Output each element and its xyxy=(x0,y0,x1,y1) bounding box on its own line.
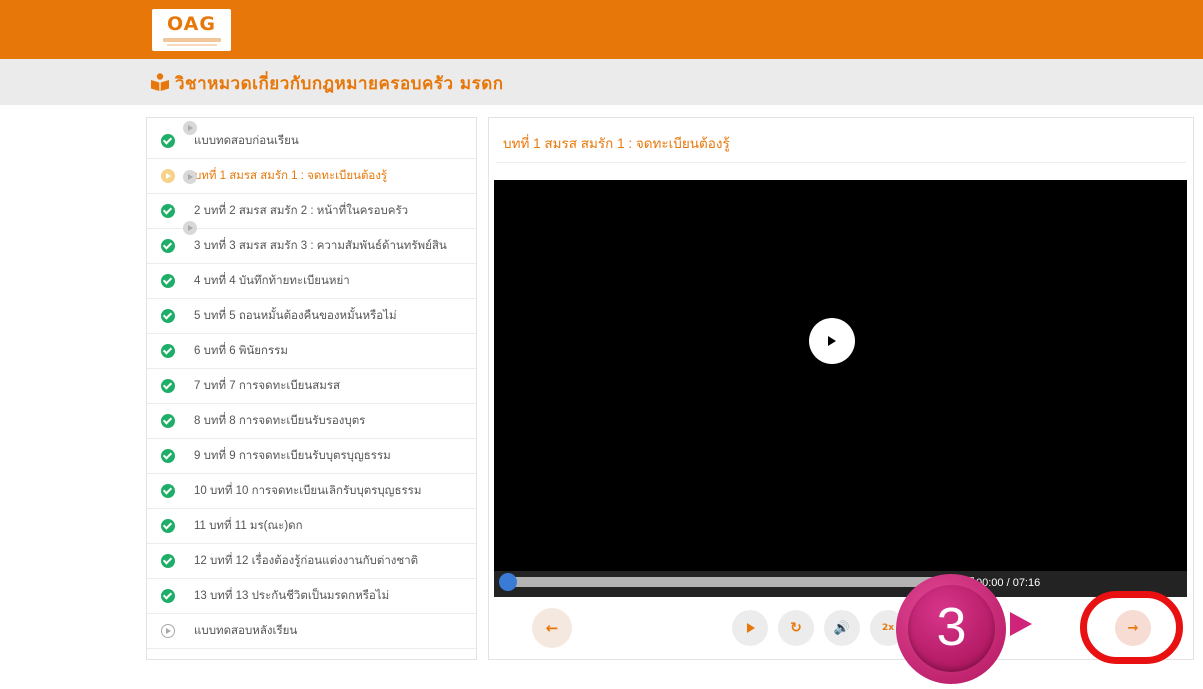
step-number: 3 xyxy=(936,597,967,657)
lesson-item-3[interactable]: 3 บทที่ 3 สมรส สมรัก 3 : ความสัมพันธ์ด้า… xyxy=(147,229,476,264)
lesson-label: 8 บทที่ 8 การจดทะเบียนรับรองบุตร xyxy=(194,415,366,427)
lesson-item-12[interactable]: 12 บทที่ 12 เรื่องต้องรู้ก่อนแต่งงานกับต… xyxy=(147,544,476,579)
completed-check-icon xyxy=(161,239,175,253)
replay-icon: ↻ xyxy=(790,620,802,636)
lesson-label: 12 บทที่ 12 เรื่องต้องรู้ก่อนแต่งงานกับต… xyxy=(194,555,419,567)
speed-label: 2x xyxy=(881,623,895,633)
lesson-item-4[interactable]: 4 บทที่ 4 บันทึกท้ายทะเบียนหย่า xyxy=(147,264,476,299)
logo-subtitle-bar xyxy=(162,38,221,42)
lesson-label: 13 บทที่ 13 ประกันชีวิตเป็นมรดกหรือไม่ xyxy=(194,590,390,602)
completed-check-icon xyxy=(161,379,175,393)
pending-play-icon xyxy=(161,624,175,638)
logo-subtitle-bar-2 xyxy=(166,44,217,46)
faded-play-icon xyxy=(183,170,197,184)
lesson-label: แบบทดสอบก่อนเรียน xyxy=(194,135,299,147)
previous-lesson-button[interactable]: ← xyxy=(532,608,572,648)
arrow-left-icon: ← xyxy=(545,619,559,637)
completed-check-icon xyxy=(161,519,175,533)
big-play-button[interactable] xyxy=(809,318,855,364)
completed-check-icon xyxy=(161,449,175,463)
lesson-label: 11 บทที่ 11 มร(ณะ)ดก xyxy=(194,520,303,532)
completed-check-icon xyxy=(161,589,175,603)
lesson-title: บทที่ 1 สมรส สมรัก 1 : จดทะเบียนต้องรู้ xyxy=(503,136,730,151)
completed-check-icon xyxy=(161,274,175,288)
play-button[interactable] xyxy=(732,610,768,646)
lesson-label: 4 บทที่ 4 บันทึกท้ายทะเบียนหย่า xyxy=(194,275,350,287)
completed-check-icon xyxy=(161,484,175,498)
lesson-item-8[interactable]: 8 บทที่ 8 การจดทะเบียนรับรองบุตร xyxy=(147,404,476,439)
completed-check-icon xyxy=(161,204,175,218)
video-player[interactable] xyxy=(494,180,1187,571)
lesson-item-5[interactable]: 5 บทที่ 5 ถอนหมั้นต้องคืนของหมั้นหรือไม่ xyxy=(147,299,476,334)
seek-handle[interactable] xyxy=(499,573,517,591)
current-play-icon xyxy=(161,169,175,183)
next-lesson-button[interactable]: → xyxy=(1115,610,1151,646)
volume-button[interactable]: 🔊 xyxy=(824,610,860,646)
lesson-label: 5 บทที่ 5 ถอนหมั้นต้องคืนของหมั้นหรือไม่ xyxy=(194,310,397,322)
lesson-item-9[interactable]: 9 บทที่ 9 การจดทะเบียนรับบุตรบุญธรรม xyxy=(147,439,476,474)
completed-check-icon xyxy=(161,309,175,323)
lesson-label: 6 บทที่ 6 พินัยกรรม xyxy=(194,345,288,357)
lesson-label: แบบทดสอบหลังเรียน xyxy=(194,625,298,637)
book-reader-icon xyxy=(151,73,169,91)
lesson-item-2[interactable]: 2 บทที่ 2 สมรส สมรัก 2 : หน้าที่ในครอบคร… xyxy=(147,194,476,229)
completed-check-icon xyxy=(161,414,175,428)
lesson-label: บทที่ 1 สมรส สมรัก 1 : จดทะเบียนต้องรู้ xyxy=(194,170,388,182)
lesson-item-posttest[interactable]: แบบทดสอบหลังเรียน xyxy=(147,614,476,649)
step-badge-pointer xyxy=(1010,612,1032,636)
lesson-list: แบบทดสอบก่อนเรียน บทที่ 1 สมรส สมรัก 1 :… xyxy=(146,117,477,660)
oag-logo[interactable]: OAG xyxy=(152,9,231,51)
lesson-item-11[interactable]: 11 บทที่ 11 มร(ณะ)ดก xyxy=(147,509,476,544)
lesson-item-13[interactable]: 13 บทที่ 13 ประกันชีวิตเป็นมรดกหรือไม่ xyxy=(147,579,476,614)
lesson-label: 3 บทที่ 3 สมรส สมรัก 3 : ความสัมพันธ์ด้า… xyxy=(194,240,447,252)
completed-check-icon xyxy=(161,344,175,358)
lesson-label: 9 บทที่ 9 การจดทะเบียนรับบุตรบุญธรรม xyxy=(194,450,391,462)
faded-play-icon xyxy=(183,121,197,135)
arrow-right-icon: → xyxy=(1127,620,1139,636)
lesson-item-6[interactable]: 6 บทที่ 6 พินัยกรรม xyxy=(147,334,476,369)
faded-play-icon xyxy=(183,221,197,235)
lesson-item-7[interactable]: 7 บทที่ 7 การจดทะเบียนสมรส xyxy=(147,369,476,404)
lesson-item-10[interactable]: 10 บทที่ 10 การจดทะเบียนเลิกรับบุตรบุญธร… xyxy=(147,474,476,509)
logo-mark: OAG xyxy=(167,13,216,35)
seek-track[interactable] xyxy=(504,577,974,587)
top-header-bar: OAG xyxy=(0,0,1203,59)
completed-check-icon xyxy=(161,134,175,148)
divider xyxy=(496,162,1186,163)
lesson-label: 7 บทที่ 7 การจดทะเบียนสมรส xyxy=(194,380,341,392)
completed-check-icon xyxy=(161,554,175,568)
lesson-label: 10 บทที่ 10 การจดทะเบียนเลิกรับบุตรบุญธร… xyxy=(194,485,422,497)
course-title: วิชาหมวดเกี่ยวกับกฎหมายครอบครัว มรดก xyxy=(175,74,504,94)
replay-button[interactable]: ↻ xyxy=(778,610,814,646)
lesson-label: 2 บทที่ 2 สมรส สมรัก 2 : หน้าที่ในครอบคร… xyxy=(194,205,409,217)
volume-icon: 🔊 xyxy=(833,620,851,636)
